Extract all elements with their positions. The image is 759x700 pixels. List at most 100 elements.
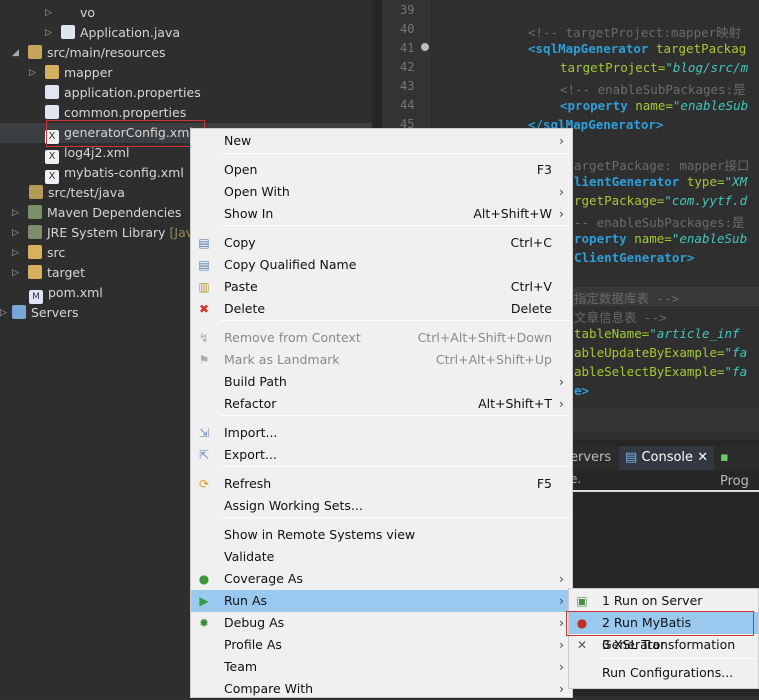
tab-console[interactable]: ▤ Console ✕: [619, 446, 715, 470]
menu-item-delete[interactable]: ✖ Delete Delete: [191, 298, 572, 320]
menu-item-build-path[interactable]: Build Path ›: [191, 371, 572, 393]
menu-item-label: Coverage As: [224, 571, 303, 586]
menu-item-import[interactable]: ⇲ Import...: [191, 422, 572, 444]
menu-item-label: Show In: [224, 206, 274, 221]
code-token: "fa: [724, 345, 748, 360]
code-token: targetProject=: [560, 60, 666, 75]
menu-item-label: Build Path: [224, 374, 287, 389]
tree-item-jre-system-library[interactable]: ▷ JRE System Library [Java: [12, 223, 201, 243]
menu-item-team[interactable]: Team ›: [191, 656, 572, 678]
code-token: lientGenerator: [574, 174, 680, 189]
menu-item-shortcut: Ctrl+Alt+Shift+Up: [435, 352, 552, 367]
submenu-item-1-run-on-server[interactable]: ▣ 1 Run on Server: [569, 590, 758, 612]
menu-item-debug-as[interactable]: ✹ Debug As ›: [191, 612, 572, 634]
expand-arrow-icon[interactable]: ▷: [45, 23, 55, 43]
menu-item-refresh[interactable]: ⟳ Refresh F5: [191, 473, 572, 495]
library-icon: [28, 205, 42, 219]
menu-item-paste[interactable]: ▥ Paste Ctrl+V: [191, 276, 572, 298]
chevron-right-icon: ›: [559, 206, 564, 221]
tab-servers[interactable]: ervers: [570, 446, 611, 470]
tab-progress[interactable]: ▪ Prog: [720, 446, 759, 489]
expand-arrow-icon[interactable]: ▷: [29, 63, 39, 83]
source-folder-icon: [29, 185, 43, 199]
xsl-icon: ✕: [576, 638, 588, 652]
menu-item-validate[interactable]: Validate: [191, 546, 572, 568]
tree-item-label: vo: [80, 5, 96, 20]
menu-item-show-in[interactable]: Show In Alt+Shift+W ›: [191, 203, 572, 225]
code-line: tableName="article_inf: [574, 326, 740, 341]
tree-item-target[interactable]: ▷ target: [12, 263, 85, 283]
code-line: <property name="enableSub: [560, 98, 748, 113]
menu-item-export[interactable]: ⇱ Export...: [191, 444, 572, 466]
fold-marker-icon[interactable]: [421, 43, 429, 51]
menu-item-run-as[interactable]: ▶ Run As ›: [191, 590, 572, 612]
menu-item-new[interactable]: New ›: [191, 130, 572, 152]
export-icon: ⇱: [198, 448, 210, 462]
expand-arrow-icon[interactable]: ▷: [12, 263, 22, 283]
collapse-arrow-icon[interactable]: ◢: [12, 43, 22, 63]
tree-item-src-test-java[interactable]: src/test/java: [29, 183, 125, 203]
code-line: 指定数据库表 -->: [574, 291, 680, 306]
tree-item-application-properties[interactable]: application.properties: [45, 83, 201, 103]
tree-item-label: mapper: [64, 65, 113, 80]
code-token: roperty: [574, 231, 627, 246]
tree-item-application-java[interactable]: ▷ Application.java: [45, 23, 180, 43]
menu-item-compare-with[interactable]: Compare With ›: [191, 678, 572, 700]
submenu-item-3-xsl-transformation[interactable]: ✕ 3 XSL Transformation: [569, 634, 758, 656]
tree-item-maven-dependencies[interactable]: ▷ Maven Dependencies: [12, 203, 181, 223]
menu-item-show-in-remote-systems-view[interactable]: Show in Remote Systems view: [191, 524, 572, 546]
menu-item-label: Copy: [224, 235, 256, 250]
menu-item-shortcut: F5: [536, 476, 552, 491]
menu-item-refactor[interactable]: Refactor Alt+Shift+T ›: [191, 393, 572, 415]
code-token: "article_inf: [649, 326, 740, 341]
submenu-item-run-configurations[interactable]: Run Configurations...: [569, 662, 758, 684]
tree-item-mybatis-config-xml[interactable]: Xmybatis-config.xml: [45, 163, 184, 184]
chevron-right-icon: ›: [559, 571, 564, 586]
menu-item-shortcut: Ctrl+C: [510, 235, 552, 250]
menu-item-mark-as-landmark[interactable]: ⚑ Mark as Landmark Ctrl+Alt+Shift+Up: [191, 349, 572, 371]
menu-item-label: Profile As: [224, 637, 282, 652]
expand-arrow-icon[interactable]: ▷: [12, 243, 22, 263]
menu-item-label: Run As: [224, 593, 268, 608]
expand-arrow-icon[interactable]: ▷: [12, 223, 22, 243]
folder-icon: [28, 245, 42, 259]
tree-item-src[interactable]: ▷ src: [12, 243, 65, 263]
folder-icon: [12, 305, 26, 319]
menu-item-coverage-as[interactable]: ● Coverage As ›: [191, 568, 572, 590]
menu-item-label: Refresh: [224, 476, 272, 491]
menu-item-label: Export...: [224, 447, 277, 462]
tree-item-src-main-resources[interactable]: ◢ src/main/resources: [12, 43, 165, 63]
expand-arrow-icon[interactable]: ▷: [12, 203, 22, 223]
menu-item-profile-as[interactable]: Profile As ›: [191, 634, 572, 656]
tree-item-label: src/test/java: [48, 185, 125, 200]
menu-item-open[interactable]: Open F3: [191, 159, 572, 181]
menu-item-label: Delete: [224, 301, 266, 316]
tree-item-label: Maven Dependencies: [47, 205, 182, 220]
expand-arrow-icon[interactable]: ▷: [0, 303, 10, 323]
code-line: lientGenerator type="XM: [574, 174, 747, 189]
tree-item-pom-xml[interactable]: Mpom.xml: [29, 283, 103, 304]
code-token: type=: [679, 174, 725, 189]
tree-item-mapper[interactable]: ▷ mapper: [29, 63, 113, 83]
code-line: ableUpdateByExample="fa: [574, 345, 747, 360]
package-icon: [61, 5, 75, 19]
menu-item-label: Open: [224, 162, 258, 177]
menu-item-remove-from-context[interactable]: ↯ Remove from Context Ctrl+Alt+Shift+Down: [191, 327, 572, 349]
menu-item-copy[interactable]: ▤ Copy Ctrl+C: [191, 232, 572, 254]
close-icon[interactable]: ✕: [697, 450, 708, 465]
menu-separator: [221, 320, 570, 321]
annotation-box: [46, 120, 205, 147]
folder-icon: [28, 265, 42, 279]
code-line: ClientGenerator>: [574, 250, 695, 265]
chevron-right-icon: ›: [559, 374, 564, 389]
menu-item-assign-working-sets[interactable]: Assign Working Sets...: [191, 495, 572, 517]
menu-item-open-with[interactable]: Open With ›: [191, 181, 572, 203]
tree-item-vo[interactable]: ▷ vo: [45, 3, 95, 23]
chevron-right-icon: ›: [559, 184, 564, 199]
menu-item-label: 1 Run on Server: [602, 593, 703, 608]
chevron-right-icon: ›: [559, 615, 564, 630]
tree-item-servers[interactable]: ▷ Servers: [0, 303, 79, 323]
expand-arrow-icon[interactable]: ▷: [45, 3, 55, 23]
menu-item-copy-qualified-name[interactable]: ▤ Copy Qualified Name: [191, 254, 572, 276]
menu-item-label: Refactor: [224, 396, 277, 411]
